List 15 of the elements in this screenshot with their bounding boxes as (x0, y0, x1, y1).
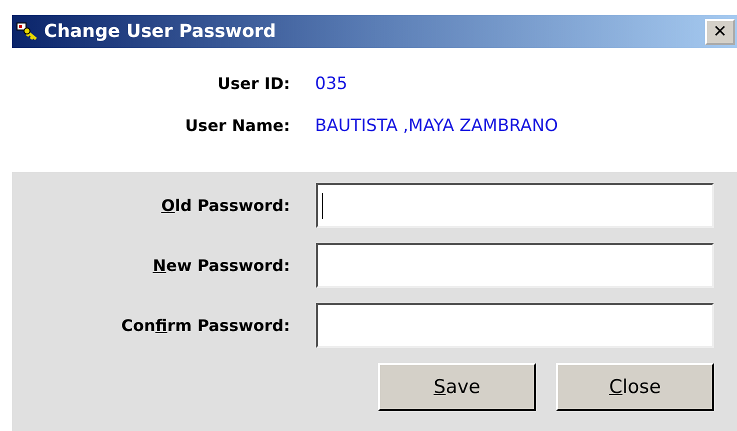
field-label: Old Password: (160, 196, 290, 215)
password-field[interactable] (316, 243, 714, 288)
field-label: User Name: (184, 116, 290, 136)
password-field[interactable] (316, 303, 714, 348)
field-label: User ID: (216, 74, 290, 94)
field-value: BAUTISTA ,MAYA ZAMBRANO (315, 116, 559, 136)
field-value: 035 (315, 74, 348, 94)
window-title: Change User Password (44, 21, 278, 42)
keys-icon (16, 22, 40, 42)
field-label: New Password: (152, 256, 290, 275)
dialog-button[interactable]: Save (378, 363, 536, 411)
dialog-button[interactable]: Close (556, 363, 714, 411)
password-field[interactable] (316, 183, 714, 228)
close-button[interactable]: ✕ (705, 18, 735, 44)
field-label: Confirm Password: (120, 316, 290, 335)
